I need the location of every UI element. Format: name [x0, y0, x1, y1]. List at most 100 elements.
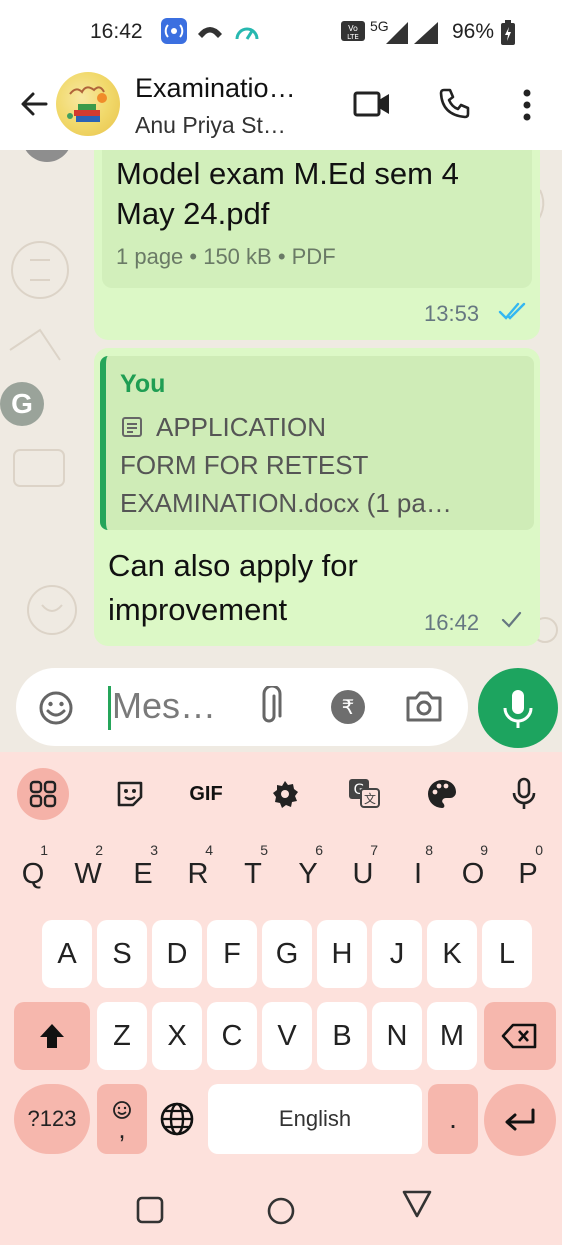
key-y[interactable]: Y6 — [283, 838, 333, 910]
key-alt-label: 5 — [260, 842, 268, 858]
document-icon — [122, 417, 142, 437]
key-l[interactable]: L — [482, 920, 532, 988]
recents-square-icon[interactable] — [136, 1196, 164, 1229]
key-r[interactable]: R4 — [173, 838, 223, 910]
reply-message[interactable]: You APPLICATION FORM FOR RETEST EXAMINAT… — [94, 348, 540, 646]
key-s[interactable]: S — [97, 920, 147, 988]
key-b[interactable]: B — [317, 1002, 367, 1070]
key-alt-label: 7 — [370, 842, 378, 858]
key-a[interactable]: A — [42, 920, 92, 988]
key-v[interactable]: V — [262, 1002, 312, 1070]
settings-gear-icon[interactable] — [259, 768, 311, 820]
document-message[interactable]: Model exam M.Ed sem 4 May 24.pdf 1 page … — [94, 150, 540, 340]
key-label: Y — [298, 857, 318, 890]
enter-key[interactable] — [484, 1084, 556, 1156]
voice-call-icon[interactable] — [438, 86, 472, 125]
message-time: 16:42 — [424, 610, 480, 635]
message-input[interactable]: Mes… — [112, 685, 216, 727]
call-in-progress-icon — [196, 22, 224, 45]
voice-input-icon[interactable] — [498, 768, 550, 820]
language-globe-key[interactable] — [152, 1084, 202, 1154]
message-text-line1: Can also apply for — [108, 548, 358, 583]
chat-subtitle[interactable]: Anu Priya St… — [135, 112, 286, 139]
text-cursor — [108, 686, 111, 730]
key-e[interactable]: E3 — [118, 838, 168, 910]
shift-key[interactable] — [14, 1002, 90, 1070]
attach-icon[interactable] — [256, 684, 282, 733]
camera-icon[interactable] — [404, 688, 444, 729]
key-z[interactable]: Z — [97, 1002, 147, 1070]
more-options-icon[interactable] — [522, 88, 532, 127]
back-arrow-icon[interactable] — [18, 88, 50, 120]
backspace-icon — [501, 1023, 537, 1049]
svg-text:LTE: LTE — [347, 33, 359, 41]
key-c[interactable]: C — [207, 1002, 257, 1070]
gif-icon[interactable]: GIF — [180, 768, 232, 820]
key-u[interactable]: U7 — [338, 838, 388, 910]
key-d[interactable]: D — [152, 920, 202, 988]
emoji-comma-key[interactable]: , — [97, 1084, 147, 1154]
key-o[interactable]: O9 — [448, 838, 498, 910]
document-name-line1: Model exam M.Ed sem 4 — [116, 156, 459, 191]
chat-header: Examinatio… Anu Priya St… — [0, 60, 562, 150]
key-n[interactable]: N — [372, 1002, 422, 1070]
status-bar: 16:42 Vo LTE 5G 96% — [0, 0, 562, 60]
battery-charging-icon — [500, 20, 516, 51]
grammarly-badge[interactable]: G — [0, 382, 44, 426]
key-t[interactable]: T5 — [228, 838, 278, 910]
key-j[interactable]: J — [372, 920, 422, 988]
data-saver-icon — [234, 22, 260, 47]
key-w[interactable]: W2 — [63, 838, 113, 910]
key-label: W — [74, 857, 102, 890]
key-h[interactable]: H — [317, 920, 367, 988]
message-composer[interactable]: Mes… ₹ — [16, 668, 468, 746]
microphone-icon — [503, 690, 533, 728]
key-label: U — [352, 857, 374, 890]
back-triangle-icon[interactable] — [400, 1188, 434, 1225]
key-k[interactable]: K — [427, 920, 477, 988]
hotspot-icon — [160, 17, 188, 50]
emoji-icon[interactable] — [38, 690, 74, 731]
rupee-payment-icon[interactable]: ₹ — [330, 689, 366, 730]
symbols-key[interactable]: ?123 — [14, 1084, 90, 1154]
document-name-line2: May 24.pdf — [116, 196, 270, 231]
chat-title[interactable]: Examinatio… — [135, 73, 296, 104]
voice-message-button[interactable] — [478, 668, 558, 748]
volte-icon: Vo LTE — [340, 18, 366, 49]
key-p[interactable]: P0 — [503, 838, 553, 910]
system-nav-bar — [0, 1168, 562, 1245]
quoted-doc-line2: FORM FOR RETEST — [120, 450, 369, 480]
key-f[interactable]: F — [207, 920, 257, 988]
read-receipt-icon — [498, 300, 528, 328]
video-call-icon[interactable] — [352, 88, 392, 125]
key-x[interactable]: X — [152, 1002, 202, 1070]
period-key[interactable]: . — [428, 1084, 478, 1154]
sticker-icon[interactable] — [104, 768, 156, 820]
key-alt-label: 1 — [40, 842, 48, 858]
key-label: O — [461, 857, 485, 890]
key-i[interactable]: I8 — [393, 838, 443, 910]
signal-icon-2 — [412, 20, 442, 51]
grammarly-letter: G — [11, 388, 33, 419]
key-m[interactable]: M — [427, 1002, 477, 1070]
quoted-author: You — [120, 370, 166, 398]
apps-grid-icon[interactable] — [17, 768, 69, 820]
space-bar[interactable]: English — [208, 1084, 422, 1154]
sent-tick-icon — [500, 610, 522, 636]
key-label: T — [244, 857, 262, 890]
key-q[interactable]: Q1 — [8, 838, 58, 910]
shift-arrow-icon — [40, 1024, 64, 1048]
home-circle-icon[interactable] — [266, 1196, 296, 1231]
translate-icon[interactable]: G文 — [338, 768, 390, 820]
quoted-line1-text: APPLICATION — [156, 412, 327, 442]
enter-arrow-icon — [505, 1108, 535, 1131]
group-avatar[interactable] — [56, 72, 120, 136]
quoted-doc-line3: EXAMINATION.docx (1 pa… — [120, 488, 452, 518]
palette-icon[interactable] — [416, 768, 468, 820]
comma-label: , — [118, 1114, 126, 1144]
backspace-key[interactable] — [484, 1002, 556, 1070]
svg-text:₹: ₹ — [342, 695, 355, 719]
chat-area[interactable]: Model exam M.Ed sem 4 May 24.pdf 1 page … — [0, 150, 562, 750]
key-label: R — [187, 857, 209, 890]
key-g[interactable]: G — [262, 920, 312, 988]
